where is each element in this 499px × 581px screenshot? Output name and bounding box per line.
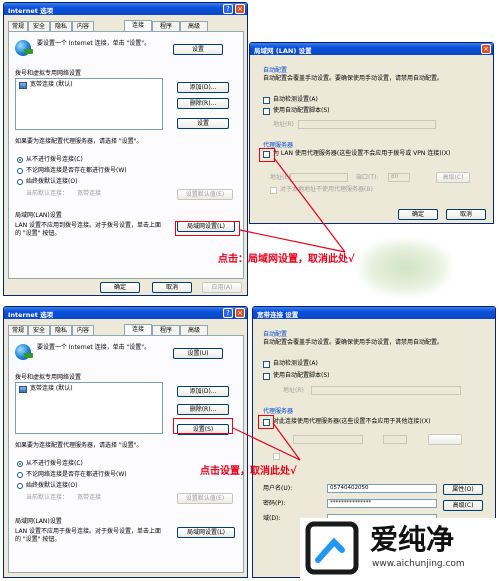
brand-url: www.aichunjing.com (372, 559, 465, 569)
brand-logo-icon (305, 521, 359, 575)
blur-patch (360, 240, 450, 295)
tab-connections[interactable]: 连接 (124, 324, 152, 335)
watermark: 爱纯净 www.aichunjing.com (300, 518, 496, 578)
annotation-bottom: 点击设置，取消此处√ (200, 466, 297, 477)
tab-connections[interactable]: 连接 (124, 20, 152, 31)
annotation-top: 点击：局域网设置，取消此处√ (218, 254, 355, 265)
brand-name: 爱纯净 (370, 523, 455, 556)
